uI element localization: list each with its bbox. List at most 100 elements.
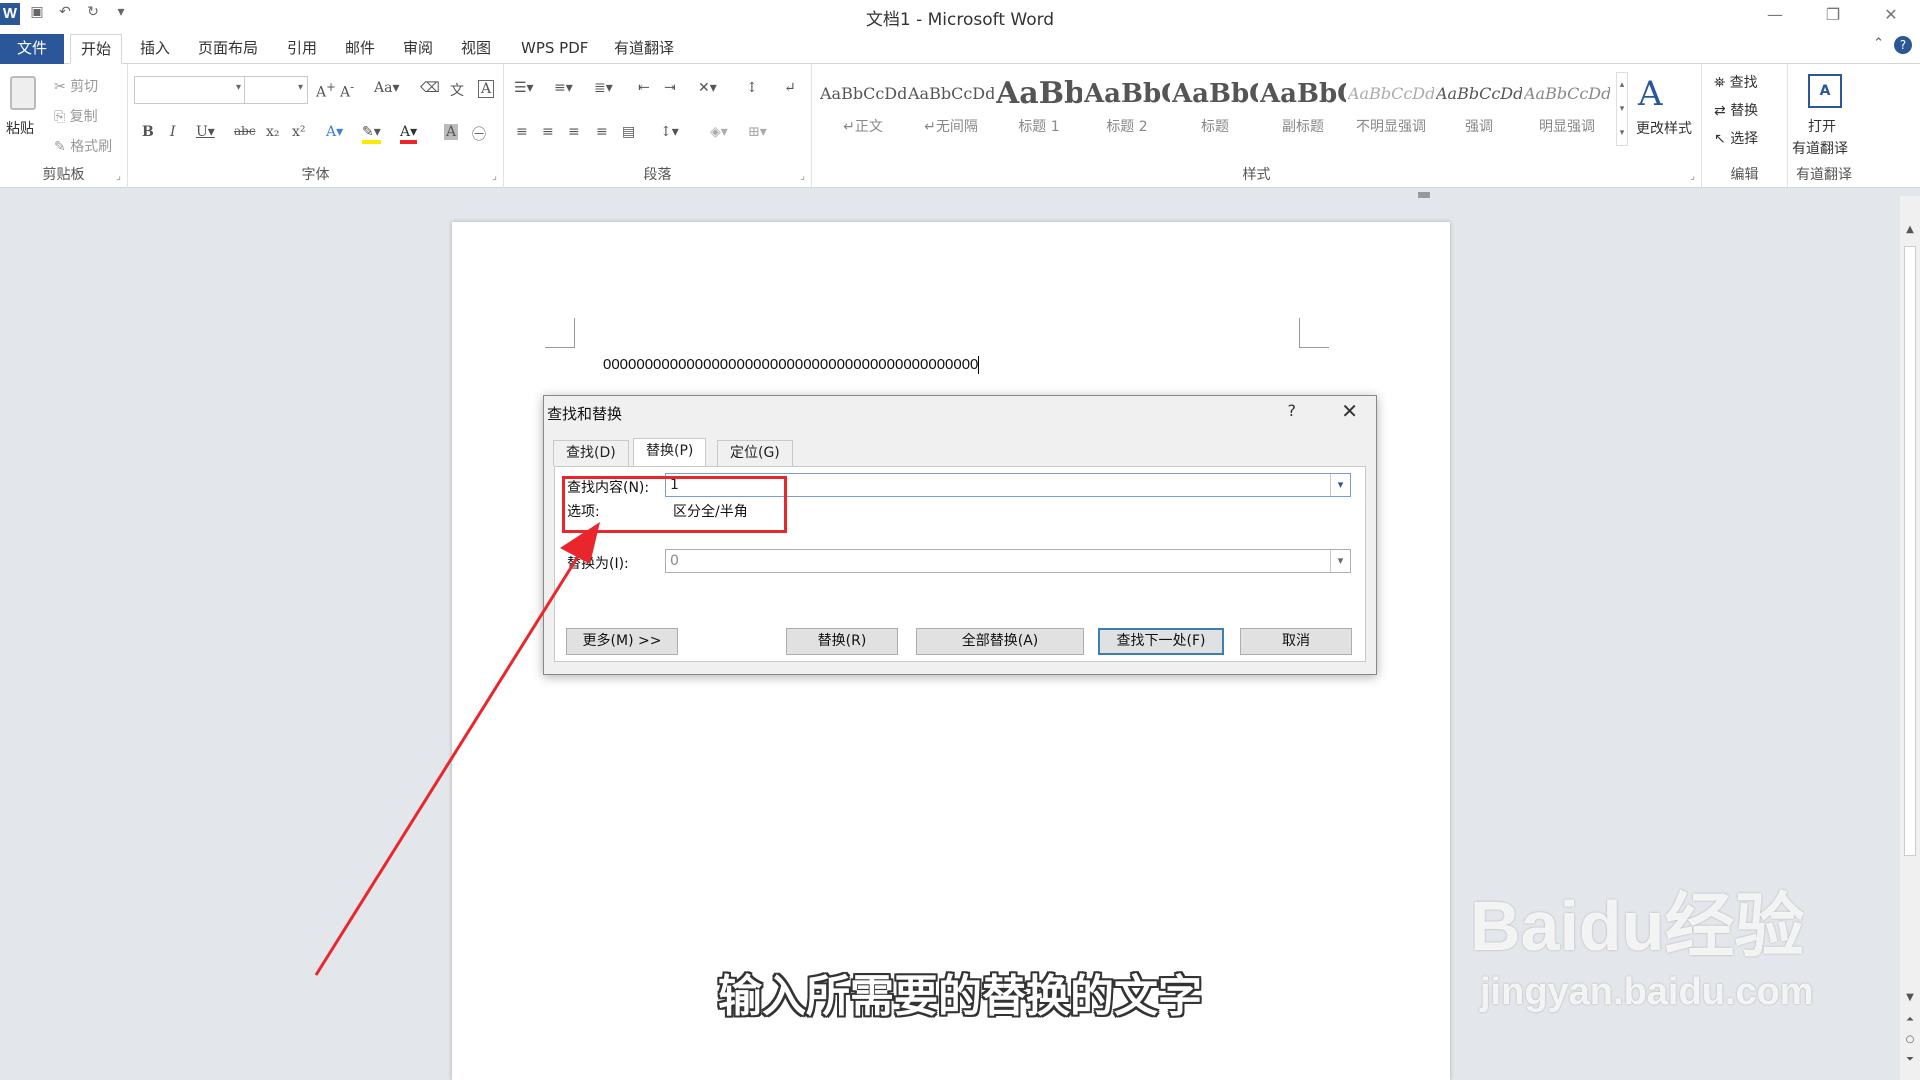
font-group-label: 字体	[301, 167, 330, 183]
open-youdao-line2[interactable]: 有道翻译	[1792, 138, 1848, 158]
tab-review[interactable]: 审阅	[393, 34, 443, 64]
tab-mailings[interactable]: 邮件	[335, 34, 385, 64]
numbering-icon[interactable]: ≡▾	[554, 80, 573, 96]
multilevel-list-icon[interactable]: ≣▾	[594, 80, 613, 96]
dialog-close-icon[interactable]: ✕	[1341, 399, 1358, 423]
font-name-combo[interactable]	[134, 76, 246, 104]
style-heading-1[interactable]: AaBb 标题 1	[996, 72, 1082, 146]
replace-button[interactable]: 替换(R)	[786, 628, 898, 655]
font-dialog-launcher-icon[interactable]: ⌟	[492, 171, 497, 182]
tab-insert[interactable]: 插入	[130, 34, 180, 64]
open-youdao-line1[interactable]: 打开	[1808, 116, 1836, 136]
paste-icon[interactable]	[10, 76, 36, 110]
align-center-icon[interactable]: ≡	[542, 124, 554, 140]
decrease-indent-icon[interactable]: ⇤	[638, 80, 650, 96]
replace-all-button[interactable]: 全部替换(A)	[916, 628, 1084, 655]
change-styles-icon[interactable]: A	[1638, 74, 1663, 114]
tab-view[interactable]: 视图	[451, 34, 501, 64]
styles-dialog-launcher-icon[interactable]: ⌟	[1690, 171, 1695, 182]
line-spacing-icon[interactable]: ↕▾	[660, 124, 679, 140]
find-dropdown-icon[interactable]: ▾	[1330, 474, 1350, 496]
scroll-up-icon[interactable]: ▲	[1900, 224, 1920, 235]
text-effects-icon[interactable]: A▾	[326, 124, 343, 140]
change-styles-button[interactable]: 更改样式	[1636, 118, 1692, 138]
replace-dropdown-icon[interactable]: ▾	[1330, 550, 1350, 572]
change-case-icon[interactable]: Aa▾	[374, 80, 399, 96]
document-text[interactable]: 0000000000000000000000000000000000000000…	[603, 356, 980, 375]
tab-replace[interactable]: 替换(P)	[633, 438, 707, 468]
align-right-icon[interactable]: ≡	[568, 124, 580, 140]
next-page-icon[interactable]: ⏷	[1900, 1054, 1920, 1065]
shrink-font-icon[interactable]: A-	[340, 80, 354, 101]
distributed-icon[interactable]: ▤	[622, 124, 635, 140]
dialog-launcher-icon[interactable]: ⌟	[116, 171, 121, 182]
grow-font-icon[interactable]: A+	[316, 80, 336, 101]
font-color-icon[interactable]: A▾	[400, 124, 418, 144]
subscript-icon[interactable]: x₂	[266, 124, 280, 140]
tab-wps-pdf[interactable]: WPS PDF	[511, 34, 598, 64]
strikethrough-icon[interactable]: abc	[234, 124, 256, 138]
paragraph-dialog-launcher-icon[interactable]: ⌟	[800, 171, 805, 182]
tab-references[interactable]: 引用	[277, 34, 327, 64]
shading-icon[interactable]: ◈▾	[710, 124, 728, 140]
chinese-layout-icon[interactable]: ✕▾	[698, 80, 717, 96]
clear-format-icon[interactable]: ⌫	[420, 80, 440, 96]
select-button[interactable]: ↖ 选择	[1714, 128, 1758, 148]
style-normal[interactable]: AaBbCcDd ↵正文	[820, 72, 906, 146]
dialog-help-button[interactable]: ?	[1288, 401, 1297, 420]
char-shading-icon[interactable]: A	[444, 124, 459, 140]
tab-find[interactable]: 查找(D)	[553, 440, 629, 466]
cancel-button[interactable]: 取消	[1240, 628, 1352, 655]
highlight-icon[interactable]: ✎▾	[362, 124, 381, 144]
bullets-icon[interactable]: ☰▾	[514, 80, 534, 96]
replace-with-input[interactable]: 0 ▾	[665, 549, 1351, 573]
restore-button[interactable]: ❐	[1804, 0, 1862, 30]
tab-goto[interactable]: 定位(G)	[717, 440, 793, 466]
translate-icon[interactable]: A	[1808, 74, 1842, 108]
find-next-button[interactable]: 查找下一处(F)	[1098, 628, 1224, 655]
style-title[interactable]: AaBbC 标题	[1172, 72, 1258, 146]
scroll-thumb[interactable]	[1904, 246, 1916, 856]
replace-button[interactable]: ⇄ 替换	[1714, 100, 1758, 120]
style-heading-2[interactable]: AaBbC 标题 2	[1084, 72, 1170, 146]
show-marks-icon[interactable]: ↵	[784, 80, 796, 96]
close-window-button[interactable]: ✕	[1862, 0, 1920, 30]
cut-button[interactable]: ✂ 剪切	[54, 76, 98, 96]
vertical-scrollbar[interactable]: ▲ ▼ ⏶ ○ ⏷	[1900, 196, 1920, 1080]
style-intense-emphasis[interactable]: AaBbCcDd 明显强调	[1524, 72, 1610, 146]
underline-icon[interactable]: U▾	[196, 124, 215, 140]
browse-object-icon[interactable]: ○	[1900, 1034, 1920, 1045]
justify-icon[interactable]: ≡	[596, 124, 608, 140]
find-button[interactable]: ⛯ 查找	[1714, 72, 1758, 92]
paste-button[interactable]: 粘贴	[6, 118, 34, 138]
format-painter-button[interactable]: ✎ 格式刷	[54, 136, 112, 156]
tab-youdao[interactable]: 有道翻译	[604, 34, 684, 64]
increase-indent-icon[interactable]: ⇥	[664, 80, 676, 96]
tab-file[interactable]: 文件	[0, 34, 64, 64]
copy-button[interactable]: ⎘ 复制	[54, 106, 98, 126]
style-subtle-emphasis[interactable]: AaBbCcDd 不明显强调	[1348, 72, 1434, 146]
style-preview: AaBbC	[1172, 79, 1258, 109]
font-size-combo[interactable]	[244, 76, 308, 104]
italic-icon[interactable]: I	[170, 124, 176, 140]
tab-page-layout[interactable]: 页面布局	[188, 34, 268, 64]
char-border-icon[interactable]: A	[478, 80, 495, 98]
style-preview: AaBbCcDd	[1436, 84, 1522, 103]
enclose-char-icon[interactable]: ㊀	[472, 124, 486, 144]
style-subtitle[interactable]: AaBbC 副标题	[1260, 72, 1346, 146]
help-icon[interactable]: ?	[1894, 36, 1912, 54]
sort-icon[interactable]: ↕	[746, 80, 758, 96]
more-button[interactable]: 更多(M) >>	[566, 628, 678, 655]
replace-with-label: 替换为(I):	[567, 556, 629, 572]
styles-scroll[interactable]: ▴ ▾ ▾	[1616, 72, 1628, 146]
superscript-icon[interactable]: x²	[292, 124, 306, 140]
align-left-icon[interactable]: ≡	[516, 124, 528, 140]
collapse-ribbon-icon[interactable]: ⌃	[1873, 36, 1884, 54]
style-emphasis[interactable]: AaBbCcDd 强调	[1436, 72, 1522, 146]
borders-icon[interactable]: ⊞▾	[748, 124, 767, 140]
minimize-button[interactable]: —	[1746, 0, 1804, 30]
style-no-spacing[interactable]: AaBbCcDd ↵无间隔	[908, 72, 994, 146]
phonetic-icon[interactable]: 文	[450, 80, 464, 100]
tab-home[interactable]: 开始	[70, 34, 123, 64]
bold-icon[interactable]: B	[142, 124, 154, 140]
